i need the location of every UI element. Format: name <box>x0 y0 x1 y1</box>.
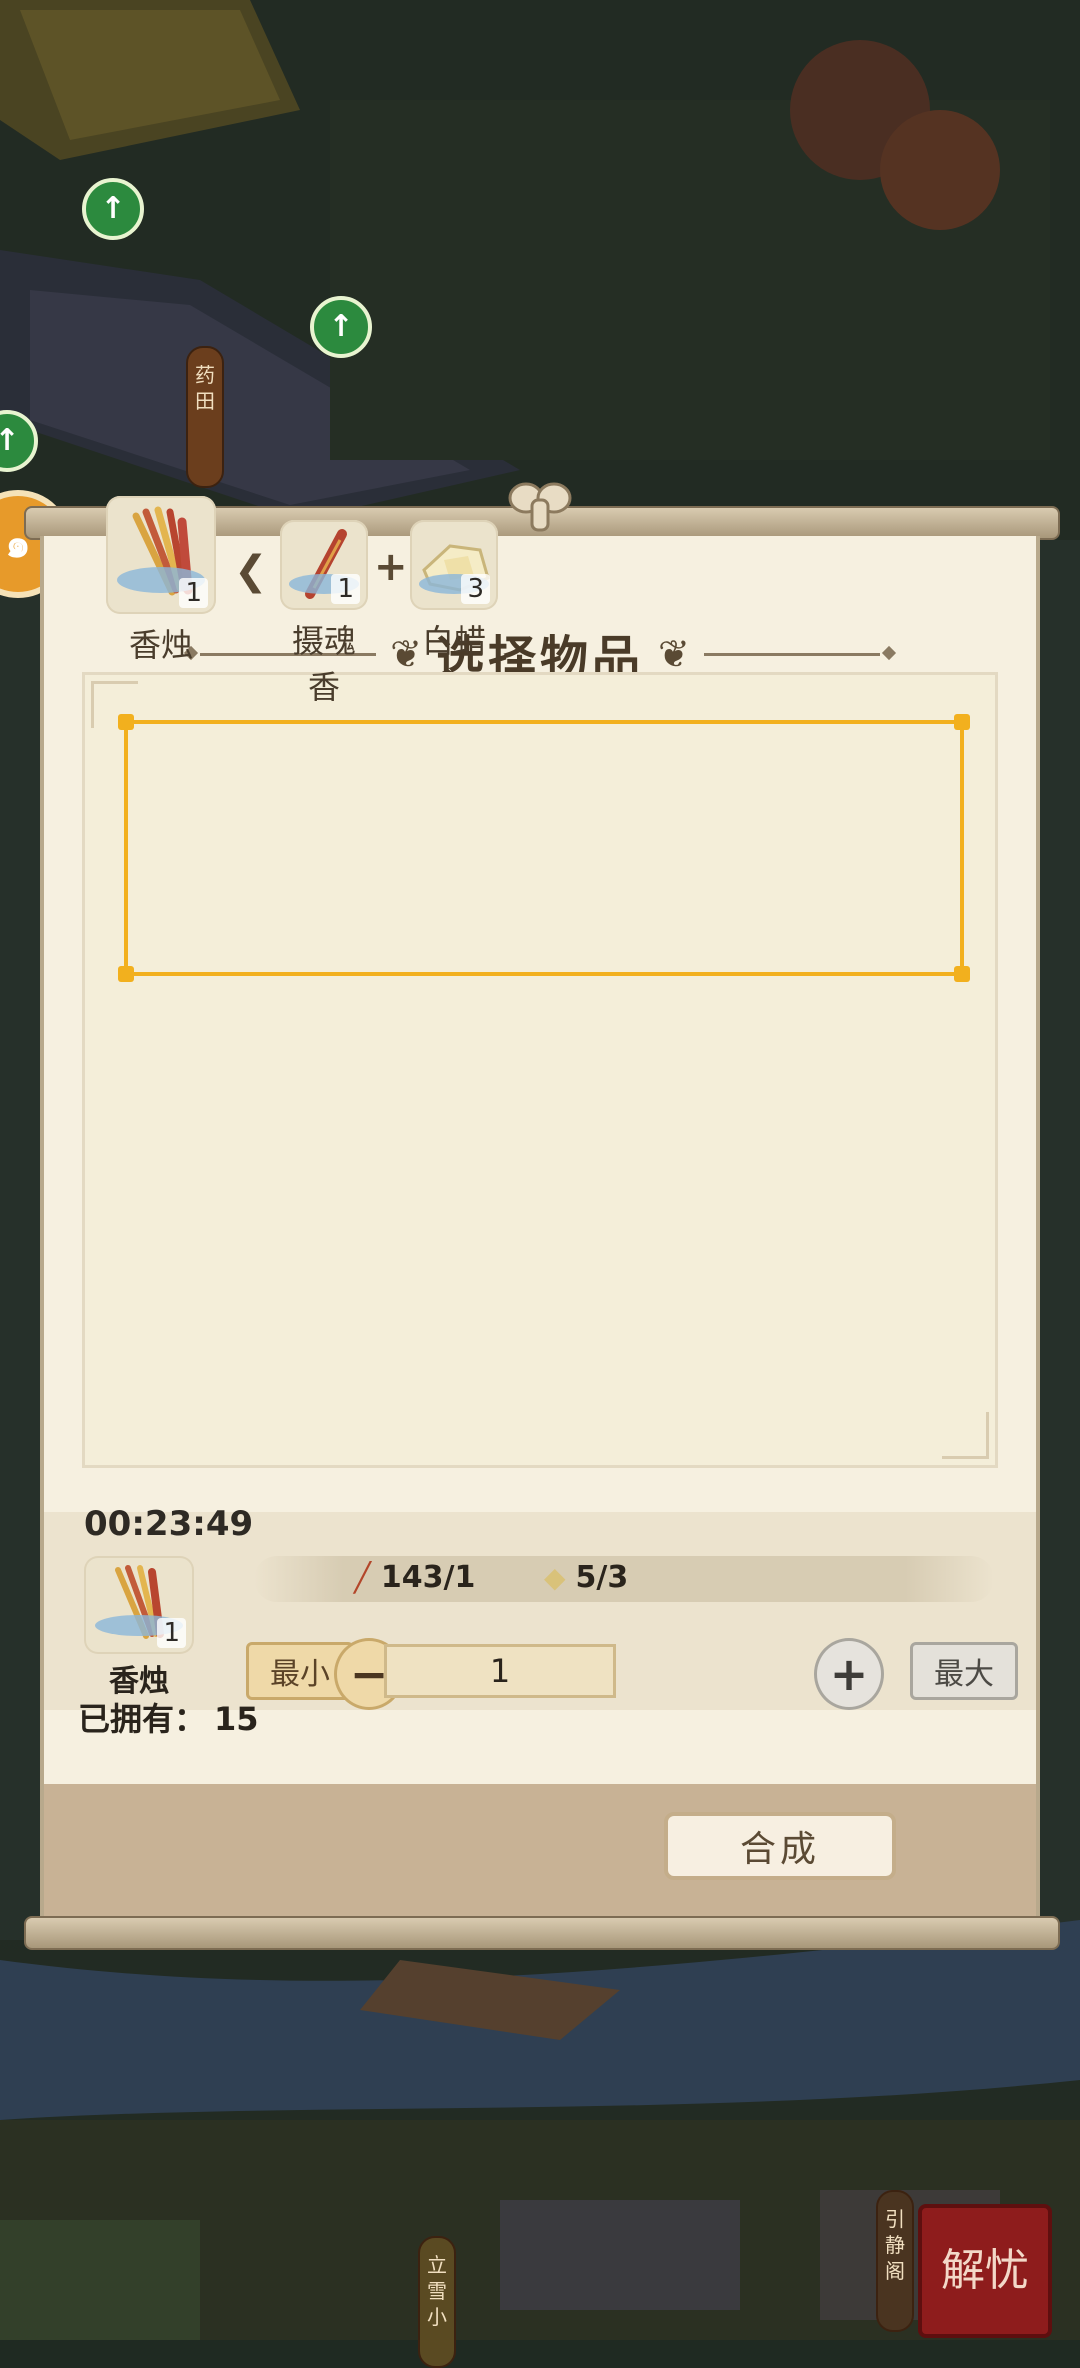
incense-stick-icon: 1 <box>280 520 368 610</box>
map-sign-yaotian[interactable]: 药田 <box>186 346 224 488</box>
material-requirements: ╱ 143/1 ◆ 5/3 <box>254 1556 994 1602</box>
scroll-knot-icon <box>508 482 572 532</box>
jieyou-seal-button[interactable]: 解忧 <box>918 2204 1052 2338</box>
recipe-result-item[interactable]: 1 香烛 <box>106 496 216 666</box>
ingredient-item[interactable]: 3 白蜡 <box>410 520 498 662</box>
incense-candles-icon: 1 <box>106 496 216 614</box>
material-requirement: ╱ 143/1 <box>354 1560 475 1595</box>
material-count: 5/3 <box>575 1560 629 1595</box>
map-sign-lixue[interactable]: 立雪小 <box>418 2236 456 2368</box>
recipe-row-selected[interactable] <box>118 714 970 982</box>
item-qty: 1 <box>331 574 360 604</box>
item-qty: 3 <box>461 574 490 604</box>
dialog-footer: 合成 <box>44 1784 1036 1916</box>
selected-item: 1 香烛 <box>84 1556 194 1700</box>
quantity-input[interactable] <box>384 1644 616 1698</box>
corner-dot <box>118 714 134 730</box>
increment-button[interactable]: + <box>814 1638 884 1710</box>
map-sign-label: 立雪小 <box>427 2253 447 2329</box>
map-sign-label: 药田 <box>195 363 215 413</box>
swirl-ornament-icon: ❦ <box>658 632 690 676</box>
item-name: 摄魂香 <box>291 622 356 706</box>
material-requirement: ◆ 5/3 <box>544 1560 628 1595</box>
crafting-panel: 00:23:49 1 香烛 已拥有： 15 ╱ 143/1 ◆ 5/3 最小 −… <box>44 1504 1036 1738</box>
incense-stick-icon: ╱ <box>354 1561 371 1594</box>
recipe-arrow-icon: ❮ <box>234 548 268 594</box>
divider <box>703 652 880 656</box>
map-sign-label: 引静阁 <box>885 2207 905 2283</box>
corner-dot <box>954 966 970 982</box>
map-sign-yinjing[interactable]: 引静阁 <box>876 2190 914 2332</box>
white-wax-icon: 3 <box>410 520 498 610</box>
corner-dot <box>954 714 970 730</box>
ingredient-item[interactable]: 1 摄魂香 <box>280 520 368 708</box>
corner-ornament <box>942 1412 989 1459</box>
max-button[interactable]: 最大 <box>910 1642 1018 1700</box>
scroll-rod-bottom <box>24 1916 1060 1950</box>
owned-value: 15 <box>214 1700 259 1738</box>
item-name: 白蜡 <box>421 622 486 660</box>
item-name: 香烛 <box>128 626 193 664</box>
material-count: 143/1 <box>380 1560 476 1595</box>
plus-icon: + <box>374 544 408 590</box>
upgrade-arrow-icon[interactable]: ↑ <box>82 178 144 240</box>
item-qty: 1 <box>157 1618 186 1648</box>
seal-label: 解忧 <box>941 2245 1029 2296</box>
upgrade-arrow-icon[interactable]: ↑ <box>310 296 372 358</box>
craft-button[interactable]: 合成 <box>664 1812 896 1880</box>
item-qty: 1 <box>179 578 208 608</box>
corner-dot <box>118 966 134 982</box>
incense-candles-icon: 1 <box>84 1556 194 1654</box>
craft-timer: 00:23:49 <box>84 1504 254 1544</box>
white-wax-icon: ◆ <box>544 1561 566 1594</box>
owned-label: 已拥有： <box>78 1700 207 1738</box>
owned-count: 已拥有： 15 <box>78 1694 259 1740</box>
